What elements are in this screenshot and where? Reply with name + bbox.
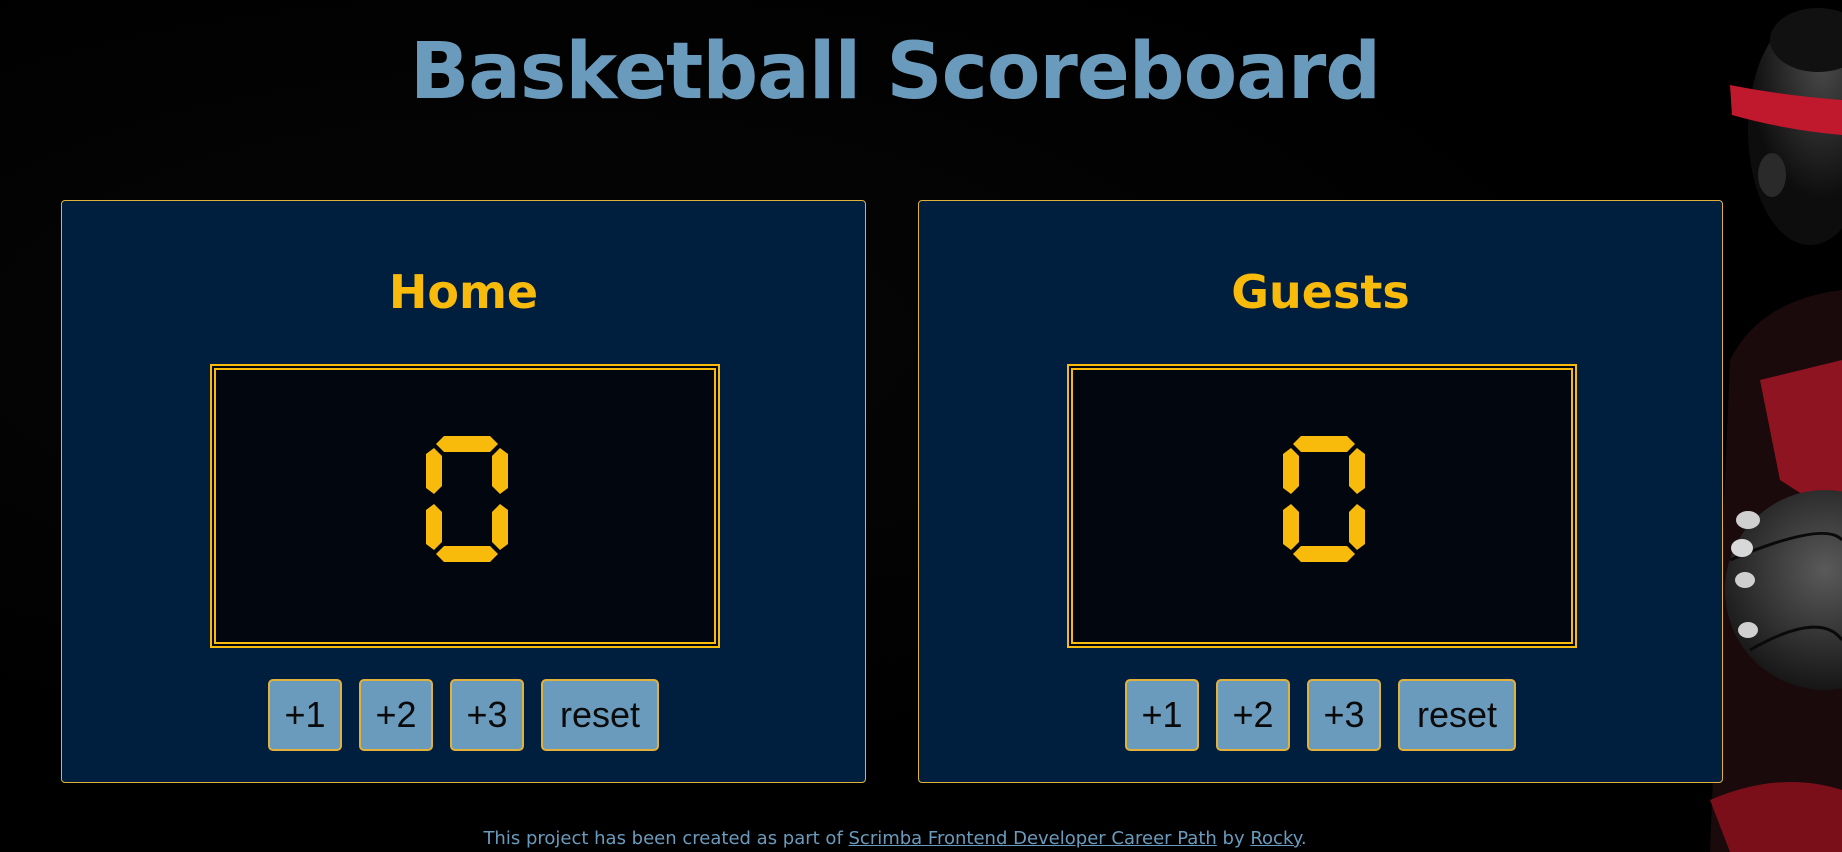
scoreboard-page: Basketball Scoreboard Home 0 +1 +2 +3 re…	[0, 0, 1842, 852]
footer-prefix: This project has been created as part of	[483, 828, 849, 849]
guest-plus-one-button[interactable]: +1	[1125, 679, 1199, 751]
guest-button-row: +1 +2 +3 reset	[919, 679, 1722, 751]
guest-score-display: 0	[1067, 364, 1577, 648]
guest-team-name: Guests	[1231, 265, 1410, 319]
guest-panel: Guests 0 +1 +2 +3 reset	[918, 200, 1723, 783]
home-panel: Home 0 +1 +2 +3 reset	[61, 200, 866, 783]
home-plus-two-button[interactable]: +2	[359, 679, 433, 751]
footer-credit: This project has been created as part of…	[0, 827, 1790, 851]
footer-suffix: .	[1300, 828, 1307, 849]
scrimba-career-path-link[interactable]: Scrimba Frontend Developer Career Path	[849, 828, 1217, 849]
home-plus-one-button[interactable]: +1	[268, 679, 342, 751]
guest-score-digit	[1283, 436, 1365, 562]
footer-middle: by	[1216, 828, 1251, 849]
home-score-value: 0	[212, 366, 213, 367]
author-link[interactable]: Rocky	[1250, 828, 1300, 849]
home-button-row: +1 +2 +3 reset	[62, 679, 865, 751]
guest-score-value: 0	[1069, 366, 1070, 367]
home-reset-button[interactable]: reset	[541, 679, 659, 751]
guest-plus-three-button[interactable]: +3	[1307, 679, 1381, 751]
home-plus-three-button[interactable]: +3	[450, 679, 524, 751]
home-team-name: Home	[388, 265, 539, 319]
home-score-display: 0	[210, 364, 720, 648]
guest-plus-two-button[interactable]: +2	[1216, 679, 1290, 751]
page-title: Basketball Scoreboard	[409, 27, 1381, 117]
home-score-digit	[426, 436, 508, 562]
guest-reset-button[interactable]: reset	[1398, 679, 1516, 751]
